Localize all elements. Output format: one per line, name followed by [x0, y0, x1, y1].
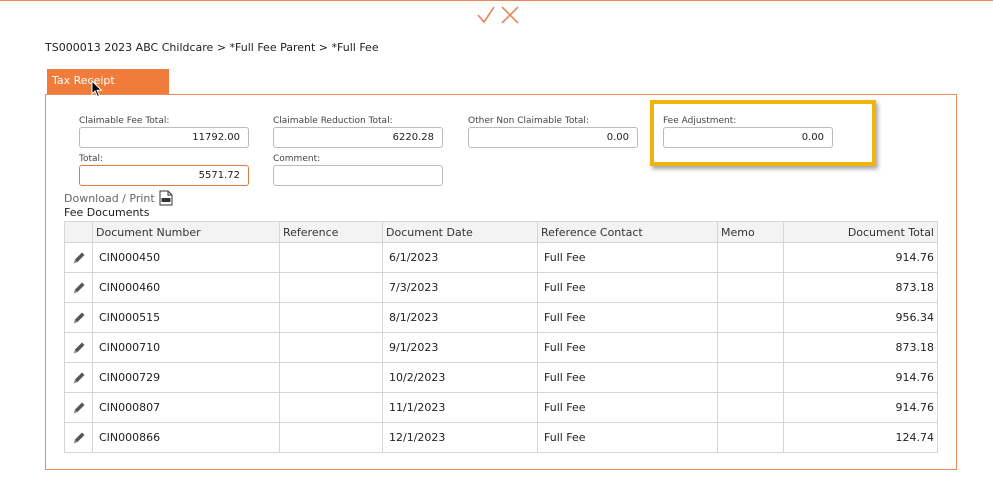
cell-memo — [717, 302, 784, 333]
cell-number: CIN000729 — [92, 362, 280, 393]
mouse-cursor-icon — [91, 80, 103, 98]
cell-number: CIN000807 — [92, 392, 280, 423]
cell-contact: Full Fee — [537, 242, 718, 273]
comment-label: Comment: — [273, 154, 321, 164]
fee-adjustment-highlight — [650, 100, 876, 166]
row-edit-cell — [64, 392, 93, 423]
checkmark-icon[interactable] — [476, 5, 496, 25]
cell-contact: Full Fee — [537, 362, 718, 393]
download-print-link[interactable]: Download / Print — [64, 192, 155, 205]
cell-memo — [717, 422, 784, 453]
cell-memo — [717, 242, 784, 273]
table-row[interactable]: CIN000807 11/1/2023 Full Fee 914.76 — [64, 392, 938, 423]
cell-memo — [717, 392, 784, 423]
cell-memo — [717, 332, 784, 363]
cell-date: 10/2/2023 — [382, 362, 538, 393]
cell-date: 9/1/2023 — [382, 332, 538, 363]
other-non-claimable-total-label: Other Non Claimable Total: — [468, 116, 589, 126]
cell-contact: Full Fee — [537, 392, 718, 423]
table-row[interactable]: CIN000515 8/1/2023 Full Fee 956.34 — [64, 302, 938, 333]
cell-reference — [279, 392, 383, 423]
claimable-reduction-total-label: Claimable Reduction Total: — [273, 116, 393, 126]
col-header-reference[interactable]: Reference — [279, 221, 383, 243]
table-row[interactable]: CIN000710 9/1/2023 Full Fee 873.18 — [64, 332, 938, 363]
cell-number: CIN000450 — [92, 242, 280, 273]
cell-memo — [717, 272, 784, 303]
total-input[interactable]: 5571.72 — [79, 165, 249, 186]
cell-number: CIN000460 — [92, 272, 280, 303]
cell-contact: Full Fee — [537, 302, 718, 333]
table-row[interactable]: CIN000450 6/1/2023 Full Fee 914.76 — [64, 242, 938, 273]
fee-documents-table: Document Number Reference Document Date … — [64, 221, 938, 453]
pencil-icon[interactable] — [71, 370, 87, 386]
col-header-memo[interactable]: Memo — [717, 221, 784, 243]
cell-date: 12/1/2023 — [382, 422, 538, 453]
total-label: Total: — [79, 154, 104, 164]
table-row[interactable]: CIN000866 12/1/2023 Full Fee 124.74 — [64, 422, 938, 453]
cell-date: 8/1/2023 — [382, 302, 538, 333]
close-icon[interactable] — [500, 5, 520, 25]
row-edit-cell — [64, 272, 93, 303]
cell-reference — [279, 422, 383, 453]
pencil-icon[interactable] — [71, 340, 87, 356]
cell-date: 7/3/2023 — [382, 272, 538, 303]
other-non-claimable-total-input[interactable]: 0.00 — [468, 127, 638, 148]
row-edit-cell — [64, 422, 93, 453]
cell-reference — [279, 332, 383, 363]
claimable-fee-total-field: Claimable Fee Total: 11792.00 — [79, 115, 249, 148]
breadcrumb: TS000013 2023 ABC Childcare > *Full Fee … — [45, 41, 379, 54]
cell-total: 914.76 — [783, 242, 938, 273]
comment-input[interactable] — [273, 165, 443, 186]
cell-total: 124.74 — [783, 422, 938, 453]
other-non-claimable-total-field: Other Non Claimable Total: 0.00 — [468, 115, 638, 148]
cell-date: 11/1/2023 — [382, 392, 538, 423]
claimable-fee-total-input[interactable]: 11792.00 — [79, 127, 249, 148]
cell-contact: Full Fee — [537, 332, 718, 363]
cell-contact: Full Fee — [537, 272, 718, 303]
row-edit-cell — [64, 332, 93, 363]
tab-tax-receipt-summary[interactable]: Tax Receipt Summary — [47, 69, 169, 110]
row-edit-cell — [64, 362, 93, 393]
cell-number: CIN000515 — [92, 302, 280, 333]
claimable-reduction-total-field: Claimable Reduction Total: 6220.28 — [273, 115, 443, 148]
total-field: Total: 5571.72 — [79, 153, 249, 186]
download-print: Download / Print — [64, 190, 173, 206]
form-actions — [476, 5, 520, 25]
row-edit-cell — [64, 302, 93, 333]
pencil-icon[interactable] — [71, 280, 87, 296]
cell-total: 873.18 — [783, 272, 938, 303]
cell-date: 6/1/2023 — [382, 242, 538, 273]
cell-contact: Full Fee — [537, 422, 718, 453]
top-border — [0, 0, 993, 1]
csv-file-icon[interactable] — [159, 190, 173, 206]
cell-total: 914.76 — [783, 362, 938, 393]
cell-total: 956.34 — [783, 302, 938, 333]
table-header-row: Document Number Reference Document Date … — [64, 221, 938, 243]
col-header-document-total[interactable]: Document Total — [783, 221, 938, 243]
pencil-icon[interactable] — [71, 400, 87, 416]
pencil-icon[interactable] — [71, 430, 87, 446]
col-header-edit — [64, 221, 93, 243]
cell-number: CIN000710 — [92, 332, 280, 363]
cell-reference — [279, 272, 383, 303]
cell-reference — [279, 362, 383, 393]
table-row[interactable]: CIN000460 7/3/2023 Full Fee 873.18 — [64, 272, 938, 303]
row-edit-cell — [64, 242, 93, 273]
cell-total: 873.18 — [783, 332, 938, 363]
table-row[interactable]: CIN000729 10/2/2023 Full Fee 914.76 — [64, 362, 938, 393]
cell-number: CIN000866 — [92, 422, 280, 453]
cell-total: 914.76 — [783, 392, 938, 423]
cell-reference — [279, 302, 383, 333]
claimable-reduction-total-input[interactable]: 6220.28 — [273, 127, 443, 148]
col-header-document-number[interactable]: Document Number — [92, 221, 280, 243]
col-header-reference-contact[interactable]: Reference Contact — [537, 221, 718, 243]
pencil-icon[interactable] — [71, 310, 87, 326]
comment-field: Comment: — [273, 153, 443, 186]
fee-documents-title: Fee Documents — [64, 206, 150, 219]
cell-memo — [717, 362, 784, 393]
cell-reference — [279, 242, 383, 273]
pencil-icon[interactable] — [71, 250, 87, 266]
col-header-document-date[interactable]: Document Date — [382, 221, 538, 243]
claimable-fee-total-label: Claimable Fee Total: — [79, 116, 170, 126]
